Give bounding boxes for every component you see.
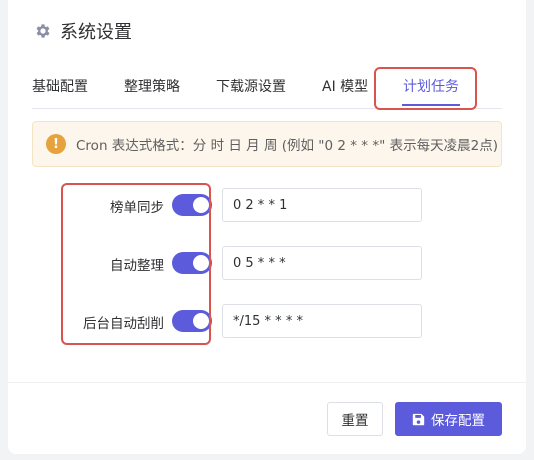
footer-divider xyxy=(8,382,526,383)
alert-text: Cron 表达式格式：分 时 日 月 周 (例如 "0 2 * * *" 表示每… xyxy=(76,138,498,154)
reset-button[interactable]: 重置 xyxy=(327,402,383,436)
gear-icon xyxy=(34,22,52,40)
tab-highlight-box xyxy=(374,67,477,110)
auto-organize-cron-input[interactable] xyxy=(222,246,422,280)
tab-organize-strategy[interactable]: 整理策略 xyxy=(124,76,180,96)
ranking-sync-cron-input[interactable] xyxy=(222,188,422,222)
background-scrape-cron-input[interactable] xyxy=(222,304,422,338)
warning-icon: ! xyxy=(46,134,66,154)
page-title: 系统设置 xyxy=(60,22,132,43)
save-button-label: 保存配置 xyxy=(431,413,485,429)
toggle-highlight-box xyxy=(61,183,211,345)
cron-format-alert: ! Cron 表达式格式：分 时 日 月 周 (例如 "0 2 * * *" 表… xyxy=(32,121,502,167)
tab-basic-config[interactable]: 基础配置 xyxy=(32,76,88,96)
save-config-button[interactable]: 保存配置 xyxy=(395,402,502,436)
floppy-disk-icon xyxy=(412,413,425,426)
tab-download-sources[interactable]: 下载源设置 xyxy=(216,76,286,96)
header: 系统设置 xyxy=(34,18,132,44)
tab-ai-model[interactable]: AI 模型 xyxy=(322,76,368,96)
